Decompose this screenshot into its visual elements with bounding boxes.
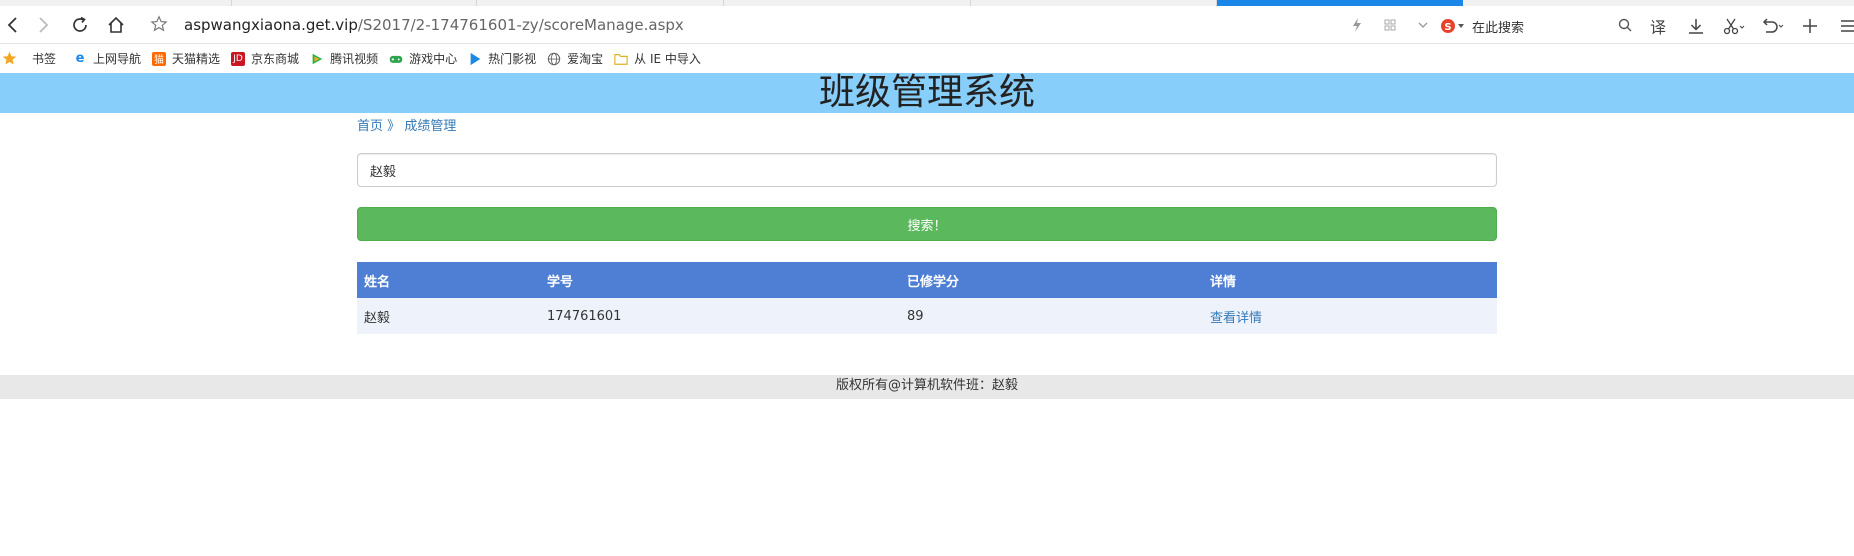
bookmark-item[interactable]: 爱淘宝 — [547, 50, 603, 67]
site-header: 班级管理系统 — [0, 73, 1854, 113]
cell-detail: 查看详情 — [1203, 298, 1497, 334]
star-icon — [2, 51, 17, 65]
tencent-video-icon — [312, 53, 323, 64]
page-title: 班级管理系统 — [818, 72, 1035, 113]
screenshot-button[interactable] — [1722, 14, 1746, 38]
grid-icon[interactable] — [1384, 19, 1396, 31]
breadcrumb: 首页 》 成绩管理 — [357, 115, 456, 134]
bookmark-label: 游戏中心 — [409, 52, 458, 66]
cell-name: 赵毅 — [357, 298, 540, 334]
undo-button[interactable] — [1760, 14, 1784, 38]
bookmark-item[interactable]: 游戏中心 — [389, 50, 457, 67]
bookmark-item[interactable]: e 上网导航 — [73, 50, 141, 67]
breadcrumb-separator: 》 — [387, 119, 401, 134]
bookmark-label: 京东商城 — [251, 52, 300, 66]
home-button[interactable] — [103, 12, 129, 38]
bookmark-label: 热门影视 — [488, 52, 537, 66]
bookmark-item[interactable]: 腾讯视频 — [310, 50, 378, 67]
new-tab-button[interactable] — [1798, 14, 1822, 38]
bookmark-item[interactable]: 猫 天猫精选 — [152, 50, 220, 67]
back-icon — [7, 17, 17, 33]
refresh-button[interactable] — [67, 12, 93, 38]
scissors-icon — [1723, 18, 1745, 35]
bookmark-label: 从 IE 中导入 — [634, 52, 701, 66]
menu-button[interactable] — [1836, 14, 1854, 38]
column-header-name: 姓名 — [357, 262, 540, 298]
folder-icon — [614, 53, 628, 65]
address-bar[interactable]: aspwangxiaona.get.vip/S2017/2-174761601-… — [150, 13, 1420, 37]
bookmark-label: 书签 — [32, 52, 57, 66]
favorite-star-icon[interactable] — [150, 15, 168, 33]
cell-student-id: 174761601 — [540, 298, 900, 334]
lightning-icon[interactable] — [1352, 18, 1362, 32]
browser-search-box[interactable]: S 在此搜索 — [1436, 14, 1634, 38]
cell-credits: 89 — [900, 298, 1203, 334]
jd-icon: JD — [231, 51, 246, 66]
undo-icon — [1762, 18, 1784, 33]
table-header-row: 姓名 学号 已修学分 详情 — [357, 262, 1497, 298]
search-input[interactable] — [357, 153, 1497, 187]
bookmark-item[interactable]: JD 京东商城 — [231, 50, 299, 67]
column-header-student-id: 学号 — [540, 262, 900, 298]
forward-icon — [39, 17, 49, 33]
gamepad-icon — [389, 55, 403, 63]
table-row: 赵毅 174761601 89 查看详情 — [357, 298, 1497, 334]
score-table: 姓名 学号 已修学分 详情 赵毅 174761601 89 查看详情 — [357, 262, 1497, 334]
back-button[interactable] — [0, 12, 26, 38]
tmall-icon: 猫 — [152, 51, 167, 66]
ie-icon: e — [75, 51, 85, 66]
search-placeholder: 在此搜索 — [1472, 20, 1525, 36]
search-button[interactable]: 搜索！ — [357, 207, 1497, 241]
bookmark-item[interactable]: 从 IE 中导入 — [614, 50, 701, 67]
refresh-icon — [73, 16, 87, 32]
column-header-credits: 已修学分 — [900, 262, 1203, 298]
hamburger-menu-icon — [1841, 20, 1854, 32]
sogou-logo-icon: S — [1441, 19, 1455, 33]
breadcrumb-current-link[interactable]: 成绩管理 — [404, 119, 456, 134]
url-domain: aspwangxiaona.get.vip — [184, 16, 358, 34]
download-button[interactable] — [1684, 14, 1708, 38]
translate-icon: 译 — [1649, 18, 1666, 37]
bookmark-label: 天猫精选 — [172, 52, 221, 66]
chevron-down-icon[interactable] — [1418, 21, 1428, 29]
play-icon — [470, 52, 481, 65]
address-tools — [1352, 18, 1428, 32]
url-text[interactable]: aspwangxiaona.get.vip/S2017/2-174761601-… — [184, 16, 684, 34]
forward-button[interactable] — [30, 12, 56, 38]
translate-button[interactable]: 译 — [1646, 14, 1670, 38]
column-header-detail: 详情 — [1203, 262, 1497, 298]
bookmark-item[interactable]: 热门影视 — [468, 50, 536, 67]
home-icon — [108, 16, 124, 33]
bookmark-label: 上网导航 — [93, 52, 142, 66]
bookmark-label: 腾讯视频 — [330, 52, 379, 66]
url-path: /S2017/2-174761601-zy/scoreManage.aspx — [357, 16, 684, 34]
download-icon — [1689, 19, 1703, 34]
globe-icon — [547, 52, 561, 65]
view-detail-link[interactable]: 查看详情 — [1210, 311, 1262, 326]
right-toolbar: 译 — [1646, 14, 1854, 38]
caret-down-icon — [1458, 24, 1464, 28]
breadcrumb-home-link[interactable]: 首页 — [357, 119, 383, 134]
bookmark-item[interactable]: 书签 — [2, 50, 56, 67]
page-footer: 版权所有@计算机软件班：赵毅 — [0, 375, 1854, 399]
browser-toolbar: aspwangxiaona.get.vip/S2017/2-174761601-… — [0, 6, 1854, 44]
plus-icon — [1803, 19, 1817, 33]
bookmarks-bar: 书签 e 上网导航 猫 天猫精选 JD 京东商城 腾讯视频 游戏中心 热门影视 … — [0, 45, 1854, 72]
search-icon[interactable] — [1618, 18, 1632, 32]
svg-text:S: S — [1444, 22, 1451, 33]
bookmark-label: 爱淘宝 — [567, 52, 604, 66]
